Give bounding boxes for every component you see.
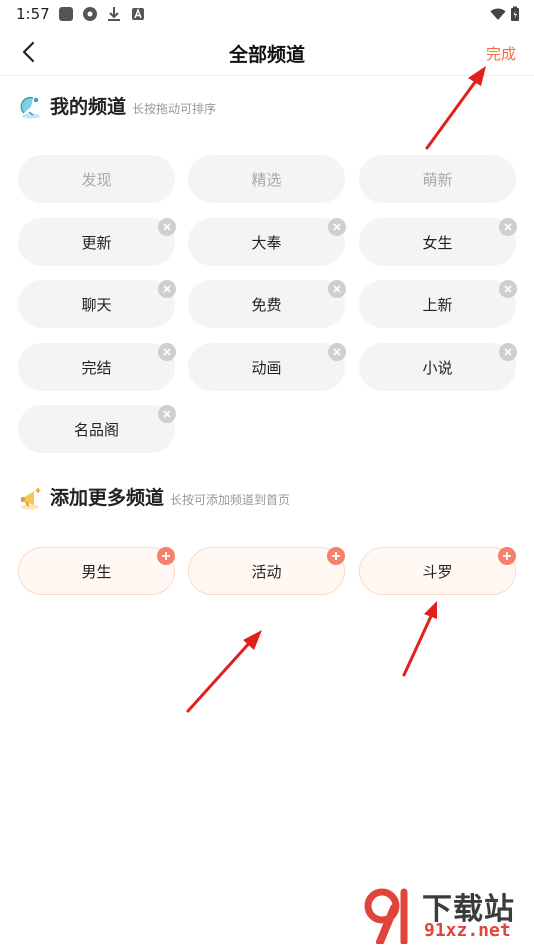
watermark: 下载站 91xz.net — [360, 884, 528, 946]
close-icon — [333, 285, 341, 293]
channel-label: 完结 — [81, 358, 112, 377]
channel-label: 上新 — [422, 295, 453, 314]
status-bar: 1:57 — [0, 0, 534, 28]
remove-channel-button[interactable] — [499, 343, 517, 361]
channel-label: 女生 — [422, 233, 453, 252]
remove-channel-button[interactable] — [158, 218, 176, 236]
remove-channel-button[interactable] — [328, 343, 346, 361]
watermark-logo-icon — [364, 888, 408, 944]
add-channel-button[interactable] — [327, 547, 345, 565]
my-channels-hint: 长按拖动可排序 — [132, 102, 217, 116]
remove-channel-button[interactable] — [499, 280, 517, 298]
channel-chip-fixed[interactable]: 萌新 — [359, 155, 516, 203]
channel-chip[interactable]: 上新 — [359, 280, 517, 328]
plus-icon — [332, 552, 340, 560]
battery-icon — [511, 6, 519, 21]
close-icon — [163, 348, 171, 356]
satellite-dish-icon — [20, 96, 40, 119]
channel-chip[interactable]: 动画 — [188, 343, 346, 391]
remove-channel-button[interactable] — [158, 405, 176, 423]
wifi-icon — [490, 8, 506, 20]
channel-label: 聊天 — [81, 295, 112, 314]
channel-label: 免费 — [251, 295, 282, 314]
close-icon — [504, 223, 512, 231]
channel-chip-fixed[interactable]: 发现 — [18, 155, 175, 203]
my-channels-header: 我的频道 长按拖动可排序 — [18, 92, 216, 119]
channel-chip[interactable]: 名品阁 — [18, 405, 176, 453]
channel-label: 小说 — [422, 358, 453, 377]
system-icons — [490, 6, 520, 22]
add-channel-chip[interactable]: 活动 — [188, 547, 345, 595]
top-nav: 全部频道 完成 — [0, 28, 534, 76]
add-channel-chip[interactable]: 斗罗 — [359, 547, 516, 595]
arrow-to-done — [425, 66, 486, 150]
remove-channel-button[interactable] — [158, 343, 176, 361]
remove-channel-button[interactable] — [328, 218, 346, 236]
more-channels-header: 添加更多频道 长按可添加频道到首页 — [18, 483, 290, 510]
add-channel-button[interactable] — [498, 547, 516, 565]
channel-label: 发现 — [81, 170, 112, 189]
app-square-icon — [59, 7, 73, 21]
close-icon — [333, 223, 341, 231]
channel-label: 精选 — [251, 170, 282, 189]
close-icon — [504, 285, 512, 293]
arrow-to-douluo — [402, 601, 437, 677]
notification-icons — [58, 6, 146, 22]
status-time: 1:57 — [16, 5, 50, 23]
annotation-arrows — [186, 66, 486, 713]
remove-channel-button[interactable] — [499, 218, 517, 236]
add-channel-chip[interactable]: 男生 — [18, 547, 175, 595]
done-button[interactable]: 完成 — [486, 43, 516, 64]
more-channels-title: 添加更多频道 — [50, 487, 165, 509]
channel-label: 名品阁 — [73, 420, 119, 439]
app-a-icon — [132, 8, 144, 20]
watermark-text-en: 91xz.net — [424, 920, 511, 941]
aperture-icon — [83, 7, 97, 21]
more-channels-hint: 长按可添加频道到首页 — [170, 493, 291, 507]
remove-channel-button[interactable] — [158, 280, 176, 298]
channel-label: 萌新 — [422, 170, 453, 189]
download-icon — [108, 7, 120, 21]
channel-chip-fixed[interactable]: 精选 — [188, 155, 345, 203]
channel-chip[interactable]: 女生 — [359, 218, 517, 266]
my-channels-title: 我的频道 — [50, 96, 127, 118]
channel-chip[interactable]: 大奉 — [188, 218, 346, 266]
channel-label: 大奉 — [251, 233, 282, 252]
megaphone-icon — [21, 488, 41, 510]
remove-channel-button[interactable] — [328, 280, 346, 298]
channel-label: 更新 — [81, 233, 112, 252]
channel-label: 斗罗 — [422, 562, 453, 581]
page-title: 全部频道 — [228, 44, 305, 66]
channel-label: 男生 — [81, 562, 112, 581]
channel-chip[interactable]: 完结 — [18, 343, 176, 391]
close-icon — [504, 348, 512, 356]
channel-chip[interactable]: 小说 — [359, 343, 517, 391]
plus-icon — [162, 552, 170, 560]
channel-chip[interactable]: 聊天 — [18, 280, 176, 328]
channel-chip[interactable]: 更新 — [18, 218, 176, 266]
close-icon — [163, 223, 171, 231]
plus-icon — [503, 552, 511, 560]
close-icon — [333, 348, 341, 356]
add-channel-button[interactable] — [157, 547, 175, 565]
close-icon — [163, 410, 171, 418]
channel-chip[interactable]: 免费 — [188, 280, 346, 328]
close-icon — [163, 285, 171, 293]
channel-label: 活动 — [251, 562, 282, 581]
channel-label: 动画 — [251, 358, 282, 377]
arrow-to-activity — [186, 630, 262, 713]
